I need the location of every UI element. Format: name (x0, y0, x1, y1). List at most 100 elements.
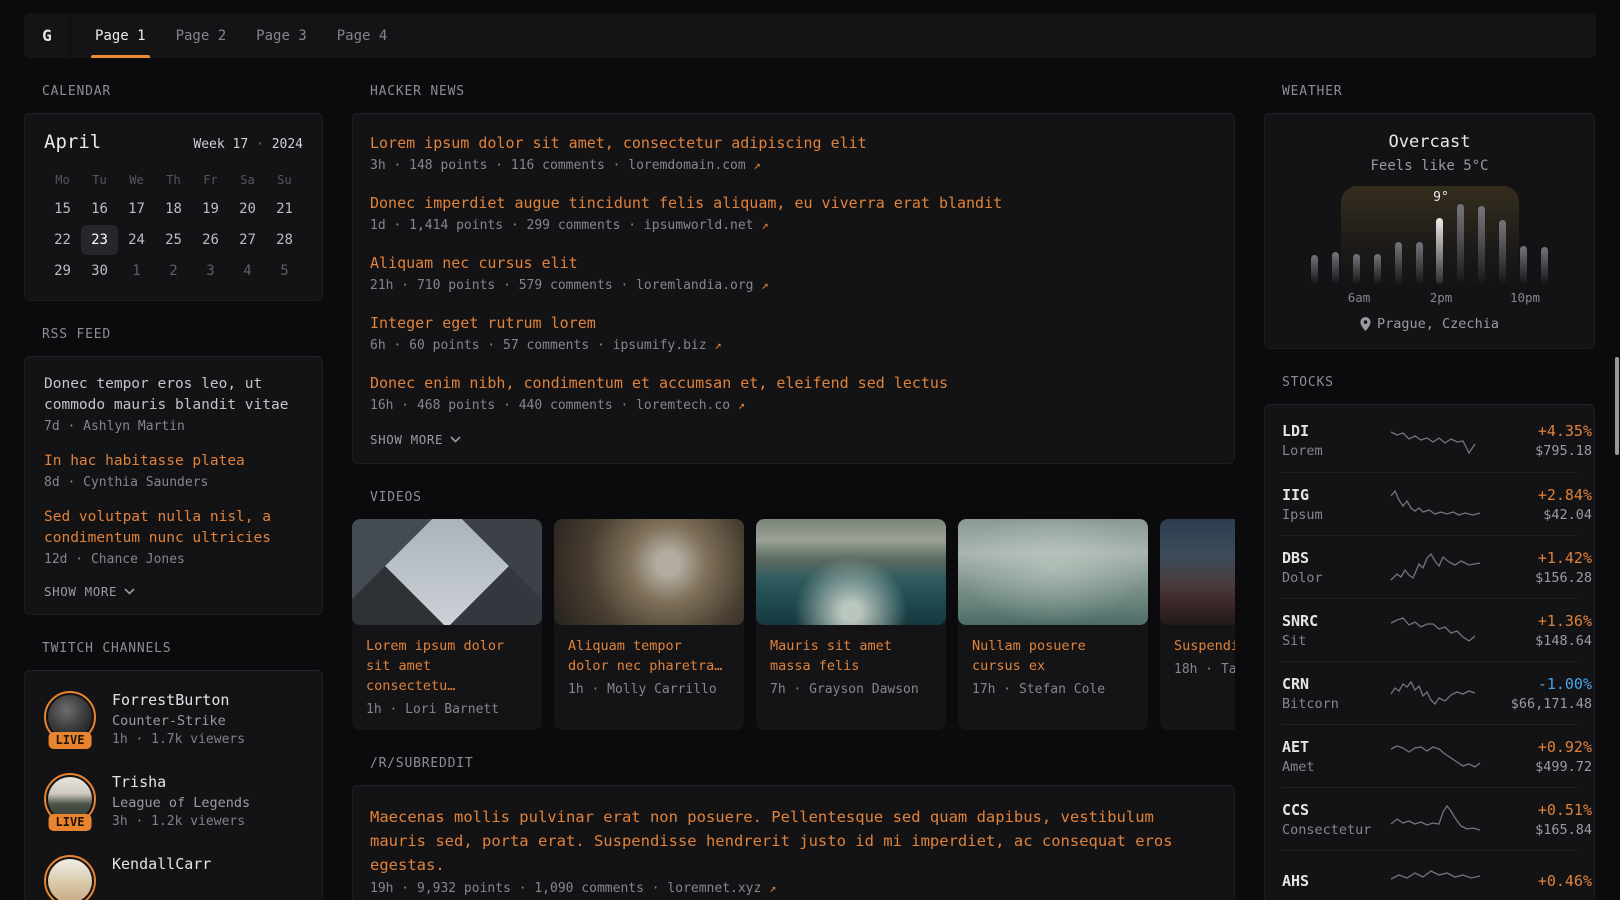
weather-bar-current (1436, 218, 1443, 284)
external-link-icon[interactable]: ↗ (738, 398, 745, 412)
video-meta: 18h · Tara (1174, 662, 1235, 677)
video-thumbnail[interactable] (756, 519, 946, 625)
hackernews-widget: Lorem ipsum dolor sit amet, consectetur … (352, 113, 1235, 464)
rss-show-more-button[interactable]: SHOW MORE (44, 584, 303, 599)
hn-item-link[interactable]: Integer eget rutrum lorem (370, 312, 1217, 334)
weekday-label: Th (155, 167, 192, 193)
rss-item: In hac habitasse platea 8d · Cynthia Sau… (44, 451, 303, 490)
tab-page-2[interactable]: Page 2 (174, 13, 229, 58)
rss-item-link[interactable]: Donec tempor eros leo, ut commodo mauris… (44, 374, 303, 416)
hn-show-more-button[interactable]: SHOW MORE (370, 432, 1217, 447)
stock-change: +2.84% (1482, 486, 1592, 504)
video-card[interactable]: Suspendisse diam 18h · Tara (1160, 519, 1235, 730)
twitch-header: TWITCH CHANNELS (24, 641, 323, 656)
hn-item-link[interactable]: Donec imperdiet augue tincidunt felis al… (370, 192, 1217, 214)
stock-sparkline (1390, 424, 1482, 458)
live-badge: LIVE (49, 732, 92, 749)
stock-ticker-link[interactable]: IIG (1282, 486, 1390, 504)
hn-meta-text: 6h · 60 points · 57 comments · ipsumify.… (370, 338, 707, 353)
external-link-icon[interactable]: ↗ (761, 218, 768, 232)
weather-location-text: Prague, Czechia (1377, 316, 1499, 332)
external-link-icon[interactable]: ↗ (714, 338, 721, 352)
weather-chart: 9° (1283, 186, 1576, 306)
calendar-day: 30 (81, 256, 118, 286)
weather-feels-like: Feels like 5°C (1283, 158, 1576, 174)
rss-item-meta: 12d · Chance Jones (44, 552, 303, 567)
stock-ticker-link[interactable]: LDI (1282, 422, 1390, 440)
subreddit-post-meta: 19h · 9,932 points · 1,090 comments · lo… (370, 881, 1217, 896)
channel-name[interactable]: ForrestBurton (112, 691, 245, 709)
channel-name[interactable]: KendallCarr (112, 855, 211, 873)
video-title-link[interactable]: Suspendisse diam (1174, 636, 1235, 656)
stock-change: +0.46% (1482, 872, 1592, 890)
video-card[interactable]: Lorem ipsum dolor sit amet consectetu… 1… (352, 519, 542, 730)
hn-item-link[interactable]: Aliquam nec cursus elit (370, 252, 1217, 274)
hn-item-link[interactable]: Lorem ipsum dolor sit amet, consectetur … (370, 132, 1217, 154)
stock-row: LDI Lorem +4.35% $795.18 (1282, 409, 1577, 472)
video-card[interactable]: Nullam posuere cursus ex 17h · Stefan Co… (958, 519, 1148, 730)
time-label: 10pm (1510, 290, 1540, 305)
stock-ticker-link[interactable]: CRN (1282, 675, 1390, 693)
calendar-day: 28 (266, 225, 303, 255)
subreddit-widget: Maecenas mollis pulvinar erat non posuer… (352, 785, 1235, 900)
rss-widget: Donec tempor eros leo, ut commodo mauris… (24, 356, 323, 615)
subreddit-post-link[interactable]: Maecenas mollis pulvinar erat non posuer… (370, 805, 1217, 877)
stock-sparkline (1390, 487, 1482, 521)
tab-page-3[interactable]: Page 3 (254, 13, 309, 58)
channel-name[interactable]: Trisha (112, 773, 250, 791)
rss-item-meta: 7d · Ashlyn Martin (44, 419, 303, 434)
stock-row: AET Amet +0.92% $499.72 (1282, 724, 1577, 787)
weather-bar (1374, 254, 1381, 284)
show-more-label: SHOW MORE (370, 432, 443, 447)
twitch-widget: LIVE ForrestBurton Counter-Strike 1h · 1… (24, 670, 323, 900)
scrollbar-thumb[interactable] (1615, 357, 1619, 455)
calendar-day: 18 (155, 194, 192, 224)
tab-page-4[interactable]: Page 4 (335, 13, 390, 58)
stock-ticker-link[interactable]: CCS (1282, 801, 1390, 819)
video-thumbnail[interactable] (554, 519, 744, 625)
video-thumbnail[interactable] (1160, 519, 1235, 625)
stock-name: Sit (1282, 633, 1390, 649)
tab-page-1[interactable]: Page 1 (93, 13, 148, 58)
external-link-icon[interactable]: ↗ (754, 158, 761, 172)
calendar-day-next-month: 5 (266, 256, 303, 286)
subreddit-meta-text: 19h · 9,932 points · 1,090 comments · lo… (370, 881, 761, 896)
calendar-day: 20 (229, 194, 266, 224)
video-title-link[interactable]: Mauris sit amet massa felis (770, 636, 932, 676)
stock-name: Amet (1282, 759, 1390, 775)
app-logo[interactable]: G (24, 13, 70, 58)
calendar-day: 25 (155, 225, 192, 255)
video-thumbnail[interactable] (958, 519, 1148, 625)
stock-change: +0.51% (1482, 801, 1592, 819)
external-link-icon[interactable]: ↗ (769, 881, 776, 895)
rss-item-link[interactable]: Sed volutpat nulla nisl, a condimentum n… (44, 507, 303, 549)
rss-item-link[interactable]: In hac habitasse platea (44, 451, 303, 472)
stock-ticker-link[interactable]: DBS (1282, 549, 1390, 567)
hn-item-meta: 1d · 1,414 points · 299 comments · ipsum… (370, 218, 1217, 233)
stock-ticker-link[interactable]: AET (1282, 738, 1390, 756)
stock-ticker-link[interactable]: SNRC (1282, 612, 1390, 630)
hn-item-link[interactable]: Donec enim nibh, condimentum et accumsan… (370, 372, 1217, 394)
twitch-channel-row[interactable]: LIVE Trisha League of Legends 3h · 1.2k … (44, 773, 303, 829)
weather-location: Prague, Czechia (1283, 316, 1576, 332)
video-title-link[interactable]: Aliquam tempor dolor nec pharetra… (568, 636, 730, 676)
video-card[interactable]: Aliquam tempor dolor nec pharetra… 1h · … (554, 519, 744, 730)
twitch-channel-row[interactable]: KendallCarr (44, 855, 303, 900)
video-card[interactable]: Mauris sit amet massa felis 7h · Grayson… (756, 519, 946, 730)
stock-row: DBS Dolor +1.42% $156.28 (1282, 535, 1577, 598)
calendar-day: 29 (44, 256, 81, 286)
rss-item: Sed volutpat nulla nisl, a condimentum n… (44, 507, 303, 567)
hn-item: Aliquam nec cursus elit 21h · 710 points… (370, 252, 1217, 293)
twitch-avatar-wrap (44, 855, 96, 900)
video-title-link[interactable]: Nullam posuere cursus ex (972, 636, 1134, 676)
hn-item: Integer eget rutrum lorem 6h · 60 points… (370, 312, 1217, 353)
rss-item: Donec tempor eros leo, ut commodo mauris… (44, 374, 303, 434)
stock-sparkline (1390, 613, 1482, 647)
external-link-icon[interactable]: ↗ (761, 278, 768, 292)
twitch-avatar-wrap: LIVE (44, 773, 96, 829)
weekday-label: Tu (81, 167, 118, 193)
twitch-channel-row[interactable]: LIVE ForrestBurton Counter-Strike 1h · 1… (44, 691, 303, 747)
video-title-link[interactable]: Lorem ipsum dolor sit amet consectetu… (366, 636, 528, 696)
stock-ticker-link[interactable]: AHS (1282, 872, 1390, 890)
video-thumbnail[interactable] (352, 519, 542, 625)
